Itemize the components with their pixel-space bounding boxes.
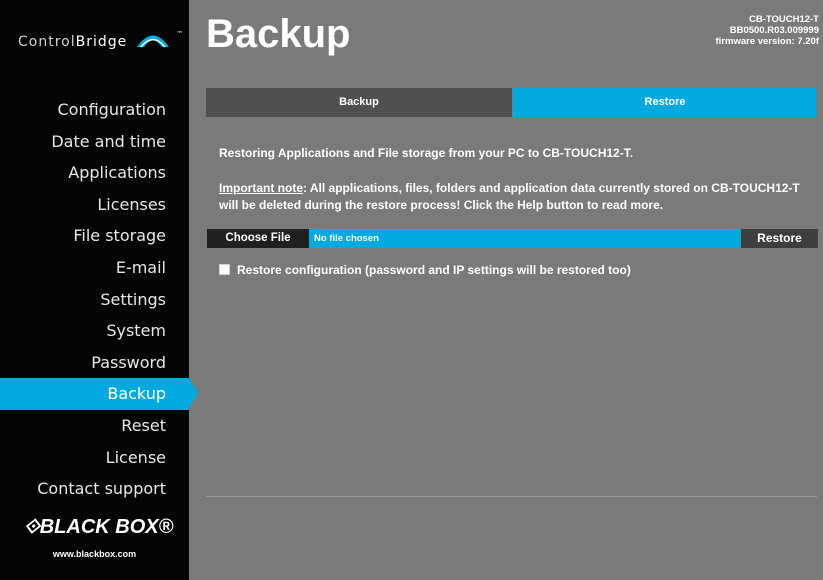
important-note-text: : All applications, files, folders and a…: [219, 181, 800, 212]
content-divider: [206, 496, 817, 497]
restore-config-option[interactable]: Restore configuration (password and IP s…: [219, 263, 631, 277]
sidebar-item-settings[interactable]: Settings: [0, 284, 189, 316]
controlbridge-logo: ControlBridge ™: [18, 30, 184, 50]
logo-arc-icon: [136, 35, 169, 48]
restore-intro-text: Restoring Applications and File storage …: [219, 146, 634, 160]
tab-restore[interactable]: Restore: [513, 88, 817, 117]
file-upload-row: Choose File No file chosen Restore: [207, 229, 818, 248]
device-name: CB-TOUCH12-T: [748, 14, 819, 25]
file-status-field[interactable]: No file chosen: [309, 229, 741, 248]
sidebar-item-configuration[interactable]: Configuration: [0, 94, 189, 126]
logo-tm: ™: [176, 30, 185, 38]
device-serial: BB0500.R03.009999: [729, 25, 819, 36]
sidebar-item-e-mail[interactable]: E-mail: [0, 252, 189, 284]
sidebar-item-contact-support[interactable]: Contact support: [0, 473, 189, 505]
logo-text-bridge: Bridge: [75, 34, 128, 50]
important-note: Important note: All applications, files,…: [219, 180, 804, 214]
sidebar-item-file-storage[interactable]: File storage: [0, 220, 189, 252]
sidebar-item-password[interactable]: Password: [0, 347, 189, 379]
sidebar-item-license[interactable]: License: [0, 442, 189, 474]
restore-button[interactable]: Restore: [741, 229, 818, 248]
sidebar-item-backup[interactable]: Backup: [0, 378, 199, 410]
sidebar-item-reset[interactable]: Reset: [0, 410, 189, 442]
vendor-url[interactable]: www.blackbox.com: [0, 549, 189, 559]
choose-file-button[interactable]: Choose File: [207, 229, 309, 248]
restore-config-label[interactable]: Restore configuration (password and IP s…: [237, 263, 631, 277]
device-info: CB-TOUCH12-T BB0500.R03.009999 firmware …: [716, 14, 820, 47]
tab-bar: Backup Restore: [206, 88, 817, 117]
sidebar-item-applications[interactable]: Applications: [0, 157, 189, 189]
sidebar-item-licenses[interactable]: Licenses: [0, 189, 189, 221]
sidebar-item-system[interactable]: System: [0, 315, 189, 347]
restore-config-checkbox[interactable]: [219, 264, 230, 275]
page-title: Backup: [206, 12, 351, 56]
sidebar-item-date-and-time[interactable]: Date and time: [0, 126, 189, 158]
sidebar-nav: Configuration Date and time Applications…: [0, 94, 199, 505]
firmware-version: firmware version: 7.20f: [715, 36, 820, 47]
black-box-logo: ⟐BLACK BOX®: [24, 516, 174, 538]
tab-backup[interactable]: Backup: [206, 88, 512, 117]
important-note-label: Important note: [219, 181, 303, 195]
logo-text-control: Control: [18, 34, 76, 50]
sidebar: ControlBridge ™ Configuration Date and t…: [0, 0, 199, 580]
